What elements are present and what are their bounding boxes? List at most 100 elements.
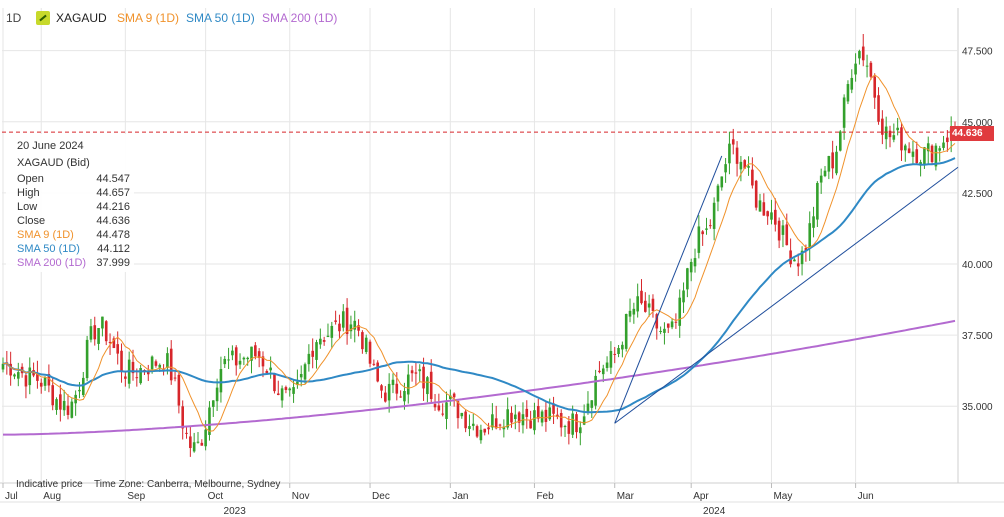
candle-body: [429, 371, 433, 400]
candle-body: [903, 145, 907, 151]
candle-body: [716, 185, 720, 202]
candle-body: [238, 360, 242, 365]
candle-body: [395, 383, 399, 394]
candle-body: [269, 367, 272, 371]
candle-body: [571, 413, 574, 435]
candle-body: [242, 357, 246, 360]
candle-body: [426, 377, 429, 395]
candle-body: [89, 326, 93, 340]
candle-body: [651, 298, 655, 311]
tooltip-row: Low 44.216: [6, 200, 134, 214]
candle-body: [280, 388, 284, 401]
candle-body: [766, 211, 769, 217]
current-price-badge: 44.636: [950, 126, 994, 141]
candle-body: [747, 166, 750, 168]
symbol-name: XAGAUD: [56, 11, 107, 25]
candle-body: [55, 399, 58, 410]
instrument-icon: [36, 11, 50, 25]
candle-body: [835, 151, 838, 174]
tooltip-row: High 44.657: [6, 186, 134, 200]
y-tick-label: 37.500: [962, 331, 993, 342]
tooltip-row: SMA 9 (1D) 44.478: [6, 228, 134, 242]
tooltip-date: 20 June 2024: [17, 140, 84, 152]
candle-body: [246, 357, 249, 360]
candle-body: [200, 442, 204, 446]
candle-body: [414, 372, 418, 374]
candle-body: [575, 414, 578, 433]
candle-body: [311, 350, 314, 357]
candle-body: [192, 442, 196, 452]
candle-body: [70, 401, 74, 418]
candle-body: [536, 406, 540, 419]
candle-body: [223, 358, 227, 365]
year-label: 2023: [224, 506, 247, 517]
symbol-label[interactable]: XAGAUD: [36, 11, 107, 25]
candle-body: [43, 377, 47, 386]
tooltip-row: SMA 50 (1D) 44.112: [6, 242, 134, 256]
tooltip-row-label: Close: [17, 215, 46, 227]
candle-body: [896, 127, 899, 131]
tooltip-row-value: 44.636: [96, 215, 130, 227]
candle-body: [62, 400, 66, 411]
legend-sma50[interactable]: SMA 50 (1D): [186, 11, 255, 25]
sma9-line: [2, 74, 956, 432]
candle-body: [781, 225, 785, 235]
candle-body: [754, 180, 758, 208]
candle-body: [116, 344, 119, 354]
timezone-note: Time Zone: Canberra, Melbourne, Sydney: [94, 479, 281, 490]
candle-body: [387, 383, 391, 401]
timeframe-label[interactable]: 1D: [6, 11, 21, 25]
candle-body: [617, 347, 620, 354]
candle-body: [816, 182, 819, 220]
candle-body: [946, 137, 949, 143]
candle-body: [406, 374, 410, 395]
x-tick-label: Jan: [452, 491, 468, 502]
tooltip-row-value: 37.999: [96, 257, 130, 269]
candle-body: [735, 147, 739, 164]
candle-body: [93, 325, 97, 340]
candle-body: [498, 424, 502, 426]
candle-body: [663, 328, 666, 333]
year-label: 2024: [703, 506, 726, 517]
candle-body: [418, 369, 422, 372]
candle-body: [712, 202, 716, 229]
candle-body: [452, 393, 456, 398]
candle-body: [231, 350, 234, 356]
candle-body: [135, 377, 139, 379]
candle-body: [345, 307, 349, 335]
candle-body: [930, 145, 934, 163]
candle-body: [78, 389, 81, 392]
candle-body: [506, 409, 509, 428]
candle-body: [284, 387, 288, 390]
candle-body: [701, 231, 704, 235]
candle-body: [303, 364, 307, 380]
candle-body: [315, 342, 318, 360]
candle-body: [674, 321, 678, 323]
sma50-line: [2, 157, 956, 414]
candle-body: [873, 76, 877, 98]
candle-body: [169, 348, 173, 381]
candle-body: [854, 63, 857, 75]
candle-body: [13, 374, 16, 377]
candle-body: [579, 427, 582, 434]
candle-body: [758, 200, 762, 212]
candle-body: [189, 436, 192, 449]
legend-sma200[interactable]: SMA 200 (1D): [262, 11, 337, 25]
candle-body: [158, 364, 162, 368]
candle-body: [731, 139, 735, 145]
ohlc-tooltip: 20 June 2024 XAGAUD (Bid) Open 44.547 High…: [6, 134, 134, 272]
legend-sma9[interactable]: SMA 9 (1D): [117, 11, 179, 25]
candle-body: [666, 323, 670, 328]
x-tick-label: Jul: [5, 491, 18, 502]
chart-root[interactable]: 35.000 37.500 40.000 42.500 45.000 47.500 Jul A…: [0, 0, 1004, 517]
x-tick-label: Jun: [858, 491, 874, 502]
x-tick-label: Mar: [617, 491, 635, 502]
candle-body: [445, 402, 448, 419]
candle-body: [724, 164, 727, 173]
candle-body: [299, 373, 303, 378]
price-chart[interactable]: 35.00037.50040.00042.50045.00047.500Jul A…: [0, 0, 1004, 517]
candle-body: [475, 426, 479, 437]
candle-body: [24, 375, 28, 387]
candle-body: [789, 250, 792, 265]
candle-body: [120, 350, 123, 372]
